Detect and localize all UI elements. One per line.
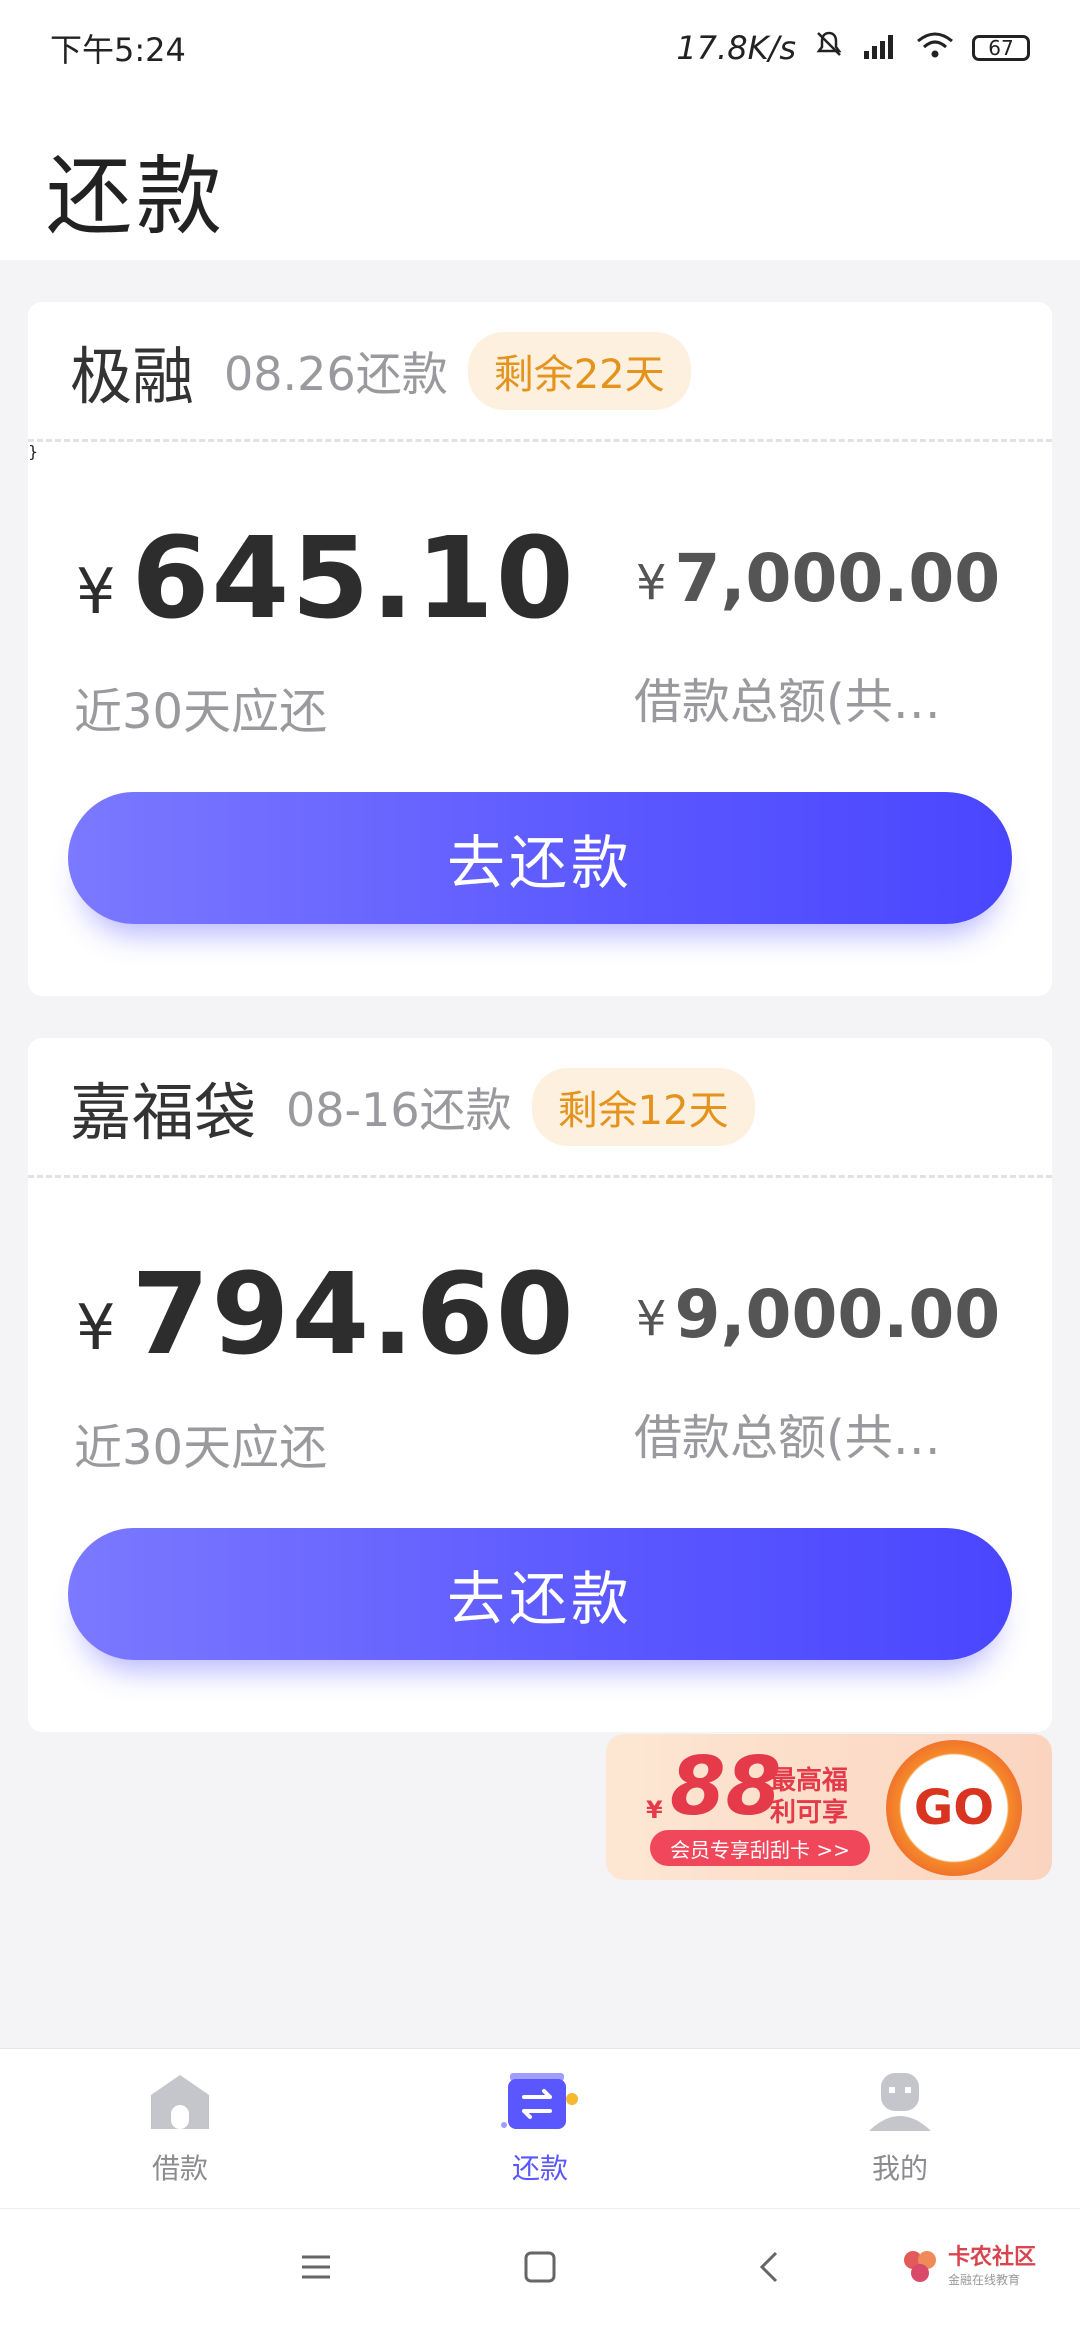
currency-symbol: ¥ xyxy=(636,1291,667,1347)
amount-section: ¥ 794.60 近30天应还 ¥ 9,000.00 借款总额(共… xyxy=(28,1178,1052,1508)
amount-section: ¥ 645.10 近30天应还 ¥ 7,000.00 借款总额(共… } xyxy=(28,442,1052,772)
watermark-title: 卡农社区 xyxy=(948,2245,1037,2270)
signal-icon xyxy=(862,29,898,67)
wifi-icon xyxy=(916,29,954,67)
system-nav-bar: 卡农社区 金融在线教育 xyxy=(0,2208,1080,2341)
due-amount-label: 近30天应还 xyxy=(74,684,328,740)
currency-symbol: ¥ xyxy=(76,555,116,628)
tab-mine[interactable]: 我的 xyxy=(720,2049,1080,2209)
total-amount-value: 7,000.00 xyxy=(674,540,1001,617)
total-amount: ¥ 9,000.00 xyxy=(636,1276,1000,1353)
watermark-subtitle: 金融在线教育 xyxy=(948,2273,1021,2287)
tab-label: 借款 xyxy=(151,2152,208,2185)
loan-card-header: 极融 08.26还款 剩余22天 xyxy=(28,302,1052,442)
repay-button[interactable]: 去还款 xyxy=(68,1528,1012,1660)
watermark-logo: 卡农社区 金融在线教育 xyxy=(900,2245,1036,2288)
home-square-icon[interactable] xyxy=(522,2249,558,2289)
status-time: 下午5:24 xyxy=(50,31,186,69)
network-speed: 17.8K/s xyxy=(676,29,796,67)
due-amount: ¥ 794.60 xyxy=(76,1250,576,1380)
menu-icon[interactable] xyxy=(298,2249,334,2289)
promo-go-button[interactable]: GO xyxy=(886,1740,1022,1876)
back-icon[interactable] xyxy=(752,2249,788,2289)
status-icons: 17.8K/s 67 xyxy=(676,29,1030,67)
watermark-text: 卡农社区 金融在线教育 xyxy=(948,2245,1036,2288)
status-bar: 下午5:24 17.8K/s 67 xyxy=(0,0,1080,96)
mute-icon xyxy=(814,29,844,67)
tab-borrow[interactable]: 借款 xyxy=(0,2049,360,2209)
promo-banner[interactable]: ¥ 88 最高福 利可享 会员专享刮刮卡 >> GO xyxy=(606,1734,1052,1880)
tab-repay[interactable]: 还款 xyxy=(360,2049,720,2209)
currency-symbol: ¥ xyxy=(76,1291,116,1364)
due-amount-value: 645.10 xyxy=(131,514,576,644)
watermark-icon xyxy=(904,2250,936,2282)
loan-card: 极融 08.26还款 剩余22天 ¥ 645.10 近30天应还 ¥ 7,000… xyxy=(28,302,1052,996)
wallet-icon xyxy=(500,2071,580,2137)
remaining-days-badge: 剩余22天 xyxy=(467,331,691,410)
page-header: 还款 xyxy=(0,96,1080,260)
tab-label: 我的 xyxy=(871,2152,928,2185)
promo-text-line2: 利可享 xyxy=(770,1798,849,1828)
due-date: 08-16还款 xyxy=(286,1082,512,1137)
profile-icon xyxy=(867,2071,933,2137)
lender-name: 极融 xyxy=(70,339,195,413)
page-title: 还款 xyxy=(46,147,226,247)
loan-card-header: 嘉福袋 08-16还款 剩余12天 xyxy=(28,1038,1052,1178)
due-date: 08.26还款 xyxy=(224,346,448,401)
remaining-days-badge: 剩余12天 xyxy=(531,1067,755,1146)
bottom-tab-bar: 借款 还款 我的 xyxy=(0,2048,1080,2209)
loan-card: 嘉福袋 08-16还款 剩余12天 ¥ 794.60 近30天应还 ¥ 9,00… xyxy=(28,1038,1052,1732)
promo-currency: ¥ xyxy=(646,1796,663,1824)
battery-icon: 67 xyxy=(972,35,1030,61)
due-amount-label: 近30天应还 xyxy=(74,1420,328,1476)
total-amount-label: 借款总额(共… xyxy=(634,1410,941,1466)
house-icon xyxy=(147,2071,213,2137)
total-amount-label: 借款总额(共… xyxy=(634,674,941,730)
lender-name: 嘉福袋 xyxy=(70,1075,257,1149)
promo-scratch-card-pill: 会员专享刮刮卡 >> xyxy=(650,1830,870,1866)
due-amount-value: 794.60 xyxy=(131,1250,576,1380)
total-amount: ¥ 7,000.00 xyxy=(636,540,1000,617)
currency-symbol: ¥ xyxy=(636,555,667,611)
tab-label: 还款 xyxy=(511,2152,568,2185)
promo-value: 88 xyxy=(670,1740,782,1833)
repay-button[interactable]: 去还款 xyxy=(68,792,1012,924)
due-amount: ¥ 645.10 xyxy=(76,514,576,644)
total-amount-value: 9,000.00 xyxy=(674,1276,1001,1353)
